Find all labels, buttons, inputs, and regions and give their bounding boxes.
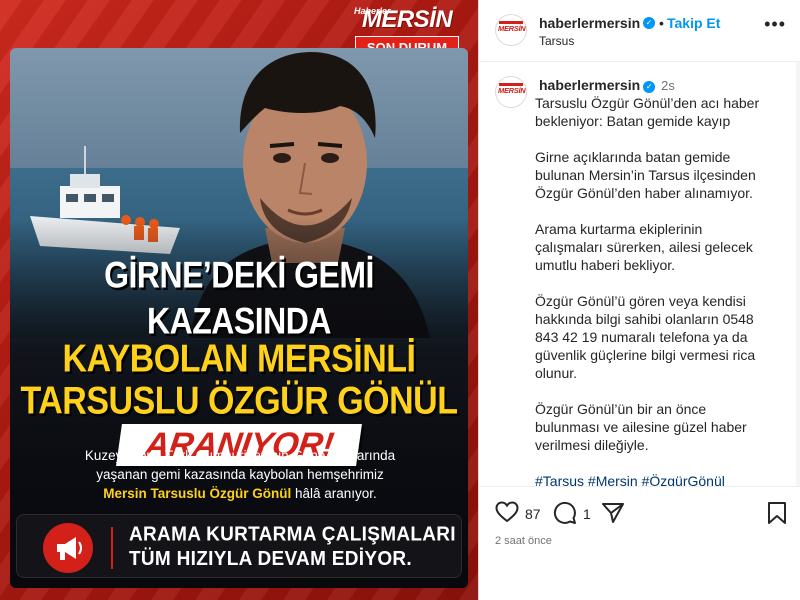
caption-user-line: haberlermersin ✓ 2s — [539, 77, 675, 95]
caption-hashtags[interactable]: #Tarsus #Mersin #ÖzgürGönül #Kıbrıs #Gir… — [535, 472, 761, 486]
description-highlight: Mersin Tarsuslu Özgür Gönül — [103, 486, 292, 501]
caption-scrollbar[interactable] — [796, 62, 800, 486]
caption-paragraph-2: Girne açıklarında batan gemide bulunan M… — [535, 149, 756, 201]
comment-count[interactable]: 1 — [583, 506, 591, 522]
verified-icon: ✓ — [643, 17, 655, 29]
alert-banner: ARAMA KURTARMA ÇALIŞMALARI TÜM HIZIYLA D… — [16, 514, 462, 578]
follow-button[interactable]: Takip Et — [667, 15, 720, 31]
more-options-icon[interactable]: ••• — [764, 14, 786, 35]
caption-paragraph-1: Tarsuslu Özgür Gönül’den acı haber bekle… — [535, 95, 760, 129]
caption-text: Tarsuslu Özgür Gönül’den acı haber bekle… — [535, 94, 761, 486]
action-bar: 87 1 2 saat önce — [479, 486, 800, 600]
caption-area: MERSİN haberlermersin ✓ 2s Tarsuslu Özgür … — [479, 62, 800, 486]
avatar-text: MERSİN — [498, 24, 526, 33]
megaphone-icon — [43, 523, 93, 573]
caption-avatar-text: MERSİN — [498, 86, 526, 95]
post-header: MERSİN haberlermersin ✓ • Takip Et Tarsu… — [479, 0, 800, 62]
caption-username[interactable]: haberlermersin — [539, 77, 640, 93]
headline: GİRNE’DEKİ GEMİ KAZASINDA KAYBOLAN MERSİ… — [10, 254, 468, 466]
description-line-3-rest: hâlâ aranıyor. — [291, 486, 377, 501]
description-line-1: Kuzey Kıbrıs Türk Cumhuriyeti’nin Girne … — [84, 448, 396, 463]
post-sidebar: MERSİN haberlermersin ✓ • Takip Et Tarsu… — [478, 0, 800, 600]
bookmark-icon[interactable] — [766, 501, 788, 525]
alert-line-2: TÜM HIZIYLA DEVAM EDİYOR. — [129, 548, 412, 571]
caption-paragraph-3: Arama kurtarma ekiplerinin çalışmaları s… — [535, 221, 753, 273]
alert-text: ARAMA KURTARMA ÇALIŞMALARI TÜM HIZIYLA D… — [129, 523, 456, 571]
headline-line-3: TARSUSLU ÖZGÜR GÖNÜL — [20, 379, 458, 423]
comment-icon[interactable] — [553, 501, 577, 525]
like-count[interactable]: 87 — [525, 506, 541, 522]
description-line-2: yaşanan gemi kazasında kaybolan hemşehri… — [96, 467, 384, 482]
caption-verified-icon: ✓ — [643, 81, 656, 93]
image-description: Kuzey Kıbrıs Türk Cumhuriyeti’nin Girne … — [40, 446, 440, 503]
post-image[interactable]: Haberler MERSİN SON DURUM — [0, 0, 478, 600]
caption-avatar[interactable]: MERSİN — [495, 76, 527, 108]
share-icon[interactable] — [601, 501, 625, 525]
headline-line-1: GİRNE’DEKİ GEMİ KAZASINDA — [104, 254, 374, 342]
alert-divider — [111, 527, 113, 569]
avatar[interactable]: MERSİN — [495, 14, 527, 46]
caption-paragraph-4: Özgür Gönül’ü gören veya kendisi hakkınd… — [535, 293, 756, 381]
separator-dot: • — [659, 15, 664, 31]
brand-small-text: Haberler — [354, 6, 391, 16]
post-timestamp[interactable]: 2 saat önce — [495, 535, 552, 547]
news-photo: GİRNE’DEKİ GEMİ KAZASINDA KAYBOLAN MERSİ… — [10, 48, 468, 588]
heart-icon[interactable] — [495, 501, 519, 523]
description-line-3: Mersin Tarsuslu Özgür Gönül hâlâ aranıyo… — [40, 484, 440, 503]
caption-time: 2s — [661, 78, 675, 93]
location-link[interactable]: Tarsus — [539, 34, 574, 48]
caption-paragraph-5: Özgür Gönül’ün bir an önce bulunması ve … — [535, 401, 747, 453]
header-username[interactable]: haberlermersin — [539, 15, 640, 31]
alert-line-1: ARAMA KURTARMA ÇALIŞMALARI — [129, 523, 456, 546]
